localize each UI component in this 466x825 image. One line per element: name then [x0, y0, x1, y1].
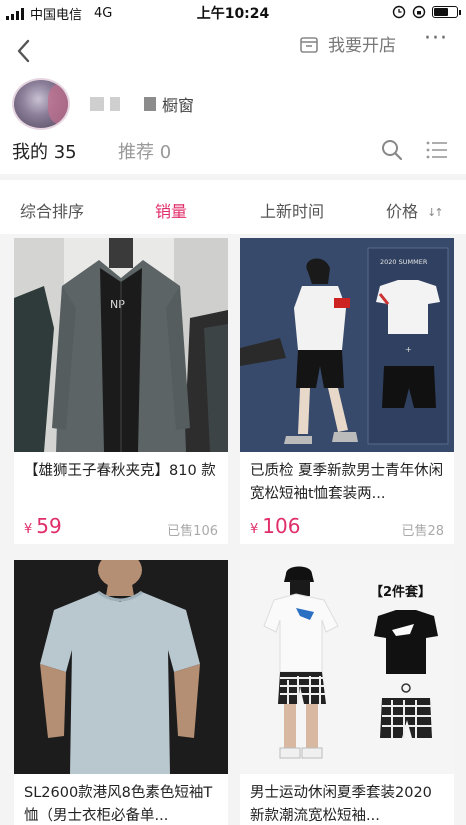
sort-composite[interactable]: 综合排序	[20, 198, 84, 222]
product-card[interactable]: 【2件套】 男士运动休闲夏季套装2020新款潮流宽松短袖...	[240, 560, 454, 825]
product-title: 已质检 夏季新款男士青年休闲宽松短袖t恤套装两...	[250, 463, 444, 502]
nav-bar: 我要开店 ···	[0, 26, 466, 76]
svg-text:NP: NP	[110, 298, 125, 311]
rotation-lock-icon	[412, 5, 426, 19]
product-price: ¥59	[24, 514, 62, 538]
image-caption: 2020 SUMMER	[380, 258, 428, 266]
sort-price-label: 价格	[386, 202, 419, 221]
product-image: 2020 SUMMER +	[240, 238, 454, 452]
currency-symbol: ¥	[24, 522, 33, 537]
blurred-text	[144, 97, 156, 111]
back-icon[interactable]	[10, 36, 40, 66]
price-value: 106	[262, 514, 301, 538]
product-image: 【2件套】	[240, 560, 454, 774]
avatar[interactable]	[12, 78, 70, 130]
alarm-icon	[392, 5, 406, 19]
blurred-text	[110, 97, 120, 111]
search-icon[interactable]	[380, 138, 404, 162]
svg-text:+: +	[405, 345, 412, 354]
open-shop-label: 我要开店	[328, 36, 396, 56]
battery-icon	[432, 6, 461, 18]
list-view-icon[interactable]	[426, 140, 448, 160]
product-image: NP	[14, 238, 228, 452]
product-image	[14, 560, 228, 774]
open-shop-button[interactable]: 我要开店	[298, 31, 396, 56]
image-caption: 【2件套】	[370, 584, 431, 600]
product-title: 【雄狮王子春秋夹克】810 款	[24, 463, 216, 479]
sort-price[interactable]: 价格 ↓↑	[386, 198, 444, 222]
more-button[interactable]: ···	[424, 26, 448, 51]
shop-name: 橱窗	[90, 92, 194, 116]
shop-profile: 橱窗	[12, 78, 452, 134]
price-value: 59	[36, 514, 62, 538]
status-right	[392, 5, 461, 19]
tab-bar: 我的 35 推荐 0	[0, 134, 466, 174]
product-title: SL2600款港风8色素色短袖T恤（男士衣柜必备单...	[24, 785, 213, 824]
product-card[interactable]: NP 【雄狮王子春秋夹克】810 款 ¥59 已售106	[14, 238, 228, 544]
sort-sales[interactable]: 销量	[155, 198, 187, 222]
sort-arrows-icon: ↓↑	[427, 206, 444, 219]
shop-icon	[300, 36, 318, 53]
tab-mine[interactable]: 我的 35	[12, 138, 77, 164]
status-bar: 中国电信 4G 上午10:24	[0, 0, 466, 24]
tab-recommend[interactable]: 推荐 0	[118, 138, 171, 164]
product-card[interactable]: SL2600款港风8色素色短袖T恤（男士衣柜必备单...	[14, 560, 228, 825]
shop-name-label: 橱窗	[162, 96, 195, 115]
product-title: 男士运动休闲夏季套装2020新款潮流宽松短袖...	[250, 785, 432, 824]
sold-count: 已售28	[401, 524, 444, 539]
sort-new-arrivals[interactable]: 上新时间	[260, 198, 324, 222]
product-price: ¥106	[250, 514, 300, 538]
blurred-text	[90, 97, 104, 111]
product-card[interactable]: 2020 SUMMER + 已质检 夏季新款男士青年休闲宽松短袖t恤套装两...…	[240, 238, 454, 544]
sold-count: 已售106	[167, 524, 218, 539]
currency-symbol: ¥	[250, 522, 259, 537]
sort-bar: 综合排序 销量 上新时间 价格 ↓↑	[0, 180, 466, 234]
